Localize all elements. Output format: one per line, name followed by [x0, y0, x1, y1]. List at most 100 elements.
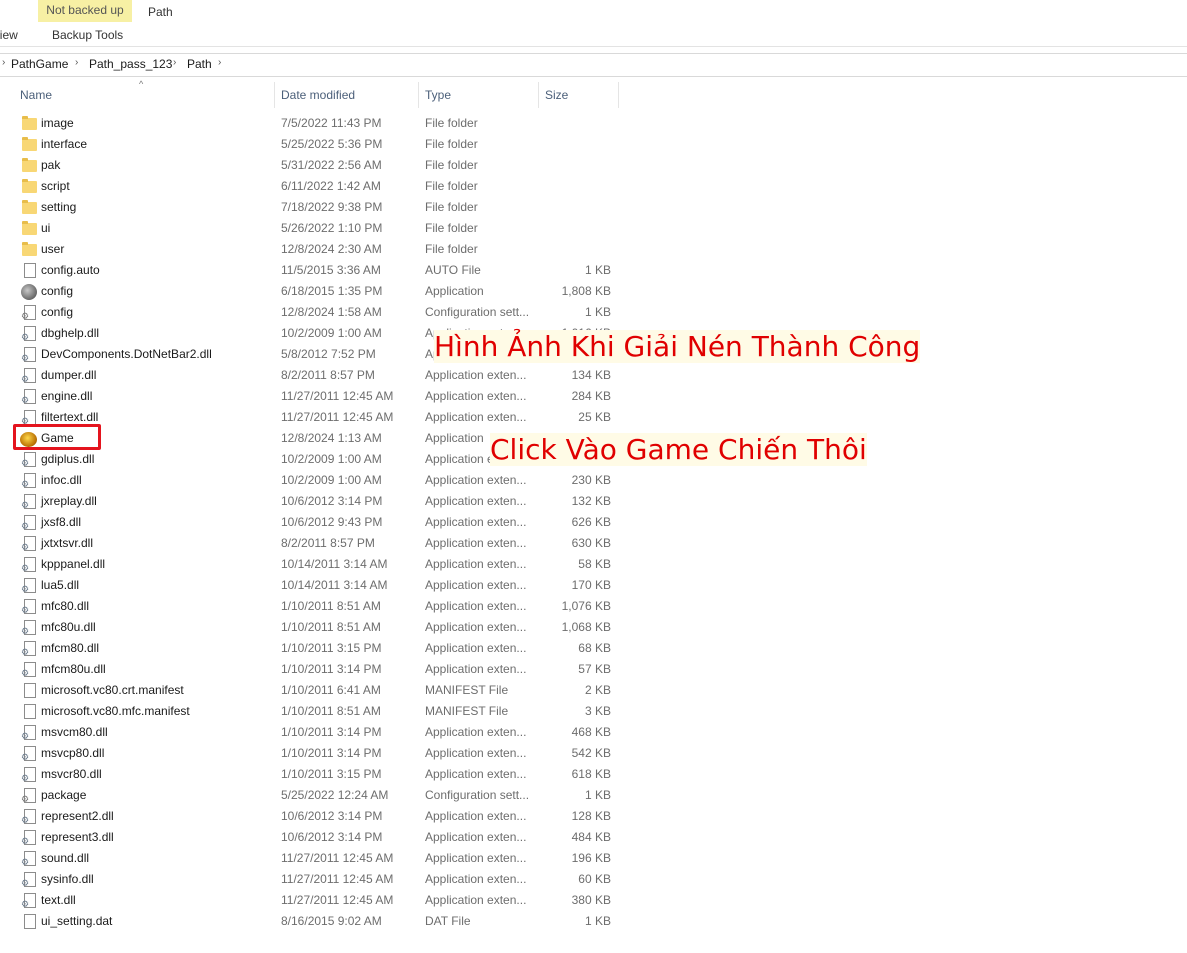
file-name: sound.dll [41, 851, 90, 865]
file-row[interactable]: msvcm80.dll 1/10/2011 3:14 PM Application … [0, 722, 640, 743]
file-row[interactable]: interface 5/25/2022 5:36 PM File folder [0, 134, 640, 155]
file-size: 25 KB [578, 410, 611, 424]
file-date-modified: 1/10/2011 3:14 PM [281, 725, 382, 739]
breadcrumb-item[interactable]: Path [187, 57, 212, 71]
file-row[interactable]: kpppanel.dll 10/14/2011 3:14 AM Applicatio… [0, 554, 640, 575]
tab-view[interactable]: View [0, 28, 18, 42]
dll-icon [21, 515, 36, 532]
column-header-type[interactable]: Type [425, 88, 451, 102]
file-name: sysinfo.dll [41, 872, 94, 886]
file-type: MANIFEST File [425, 683, 509, 697]
file-row[interactable]: msvcr80.dll 1/10/2011 3:15 PM Application … [0, 764, 640, 785]
column-divider[interactable] [618, 82, 619, 108]
file-type: Application exten... [425, 368, 527, 382]
file-date-modified: 12/8/2024 1:13 AM [281, 431, 382, 445]
file-row[interactable]: ui 5/26/2022 1:10 PM File folder [0, 218, 640, 239]
breadcrumb[interactable]: › PathGame › Path_pass_123 › Path › [0, 53, 1187, 77]
chevron-right-icon[interactable]: › [75, 57, 78, 68]
file-row[interactable]: pak 5/31/2022 2:56 AM File folder [0, 155, 640, 176]
file-date-modified: 10/2/2009 1:00 AM [281, 326, 382, 340]
file-row[interactable]: image 7/5/2022 11:43 PM File folder [0, 113, 640, 134]
dll-icon [21, 809, 36, 826]
file-row[interactable]: user 12/8/2024 2:30 AM File folder [0, 239, 640, 260]
column-divider[interactable] [538, 82, 539, 108]
tab-backup-tools[interactable]: Backup Tools [52, 28, 123, 42]
chevron-right-icon[interactable]: › [173, 57, 176, 68]
file-type: File folder [425, 242, 478, 256]
file-row[interactable]: mfcm80u.dll 1/10/2011 3:14 PM Application … [0, 659, 640, 680]
file-name: engine.dll [41, 389, 93, 403]
file-type: File folder [425, 221, 478, 235]
breadcrumb-item[interactable]: PathGame [11, 57, 68, 71]
file-type: Application exten... [425, 809, 527, 823]
column-divider[interactable] [274, 82, 275, 108]
file-type: Application exten... [425, 662, 527, 676]
file-row[interactable]: represent2.dll 10/6/2012 3:14 PM Applicati… [0, 806, 640, 827]
file-row[interactable]: jxtxtsvr.dll 8/2/2011 8:57 PM Application … [0, 533, 640, 554]
file-name: mfcm80u.dll [41, 662, 106, 676]
file-type: Application exten... [425, 494, 527, 508]
file-name: infoc.dll [41, 473, 82, 487]
file-size: 630 KB [571, 536, 611, 550]
file-size: 230 KB [571, 473, 611, 487]
tab-path[interactable]: Path [148, 5, 173, 19]
file-row[interactable]: config 6/18/2015 1:35 PM Application 1,808 … [0, 281, 640, 302]
file-name: DevComponents.DotNetBar2.dll [41, 347, 212, 361]
file-size: 170 KB [571, 578, 611, 592]
file-row[interactable]: sysinfo.dll 11/27/2011 12:45 AM Applicatio… [0, 869, 640, 890]
file-row[interactable]: lua5.dll 10/14/2011 3:14 AM Application ex… [0, 575, 640, 596]
annotation-headline: Hình Ảnh Khi Giải Nén Thành Công [434, 330, 921, 363]
file-row[interactable]: msvcp80.dll 1/10/2011 3:14 PM Application … [0, 743, 640, 764]
file-size: 134 KB [571, 368, 611, 382]
column-header-size[interactable]: Size [545, 88, 568, 102]
file-date-modified: 1/10/2011 8:51 AM [281, 599, 381, 613]
file-date-modified: 7/5/2022 11:43 PM [281, 116, 382, 130]
file-size: 132 KB [571, 494, 611, 508]
dll-icon [21, 347, 36, 364]
file-name: msvcm80.dll [41, 725, 108, 739]
annotation-instruction: Click Vào Game Chiến Thôi [490, 433, 867, 466]
file-name: config [41, 284, 74, 298]
file-row[interactable]: engine.dll 11/27/2011 12:45 AM Application… [0, 386, 640, 407]
file-row[interactable]: mfcm80.dll 1/10/2011 3:15 PM Application e… [0, 638, 640, 659]
dll-icon [21, 725, 36, 742]
file-row[interactable]: microsoft.vc80.mfc.manifest 1/10/2011 8:5… [0, 701, 640, 722]
file-row[interactable]: represent3.dll 10/6/2012 3:14 PM Applicati… [0, 827, 640, 848]
file-row[interactable]: setting 7/18/2022 9:38 PM File folder [0, 197, 640, 218]
file-name: microsoft.vc80.mfc.manifest [41, 704, 190, 718]
file-row[interactable]: jxsf8.dll 10/6/2012 9:43 PM Application ex… [0, 512, 640, 533]
file-size: 626 KB [571, 515, 611, 529]
column-header-date[interactable]: Date modified [281, 88, 355, 102]
file-row[interactable]: microsoft.vc80.crt.manifest 1/10/2011 6:4… [0, 680, 640, 701]
breadcrumb-item[interactable]: Path_pass_123 [89, 57, 172, 71]
file-row[interactable]: sound.dll 11/27/2011 12:45 AM Application … [0, 848, 640, 869]
file-name: mfc80u.dll [41, 620, 96, 634]
file-row[interactable]: jxreplay.dll 10/6/2012 3:14 PM Application… [0, 491, 640, 512]
file-date-modified: 10/2/2009 1:00 AM [281, 473, 382, 487]
column-divider[interactable] [418, 82, 419, 108]
file-type: Application exten... [425, 389, 527, 403]
file-row[interactable]: ui_setting.dat 8/16/2015 9:02 AM DAT File 1… [0, 911, 640, 932]
file-size: 57 KB [578, 662, 611, 676]
file-date-modified: 5/31/2022 2:56 AM [281, 158, 382, 172]
file-row[interactable]: text.dll 11/27/2011 12:45 AM Application e… [0, 890, 640, 911]
file-row[interactable]: config 12/8/2024 1:58 AM Configuration set… [0, 302, 640, 323]
file-row[interactable]: infoc.dll 10/2/2009 1:00 AM Application ex… [0, 470, 640, 491]
dll-icon [21, 578, 36, 595]
column-header-name[interactable]: Name [20, 88, 52, 102]
file-row[interactable]: script 6/11/2022 1:42 AM File folder [0, 176, 640, 197]
ribbon: View Not backed up Backup Tools Path [0, 0, 1187, 46]
file-size: 128 KB [571, 809, 611, 823]
file-row[interactable]: mfc80u.dll 1/10/2011 8:51 AM Application e… [0, 617, 640, 638]
file-row[interactable]: package 5/25/2022 12:24 AM Configuration s… [0, 785, 640, 806]
file-row[interactable]: config.auto 11/5/2015 3:36 AM AUTO File 1 K… [0, 260, 640, 281]
chevron-right-icon[interactable]: › [218, 57, 221, 68]
file-size: 1 KB [584, 914, 611, 928]
file-icon [24, 263, 36, 278]
dll-icon [21, 473, 36, 490]
file-row[interactable]: mfc80.dll 1/10/2011 8:51 AM Application ex… [0, 596, 640, 617]
dll-icon [21, 452, 36, 469]
file-row[interactable]: dumper.dll 8/2/2011 8:57 PM Application ex… [0, 365, 640, 386]
folder-icon [22, 200, 37, 214]
file-name: user [41, 242, 65, 256]
